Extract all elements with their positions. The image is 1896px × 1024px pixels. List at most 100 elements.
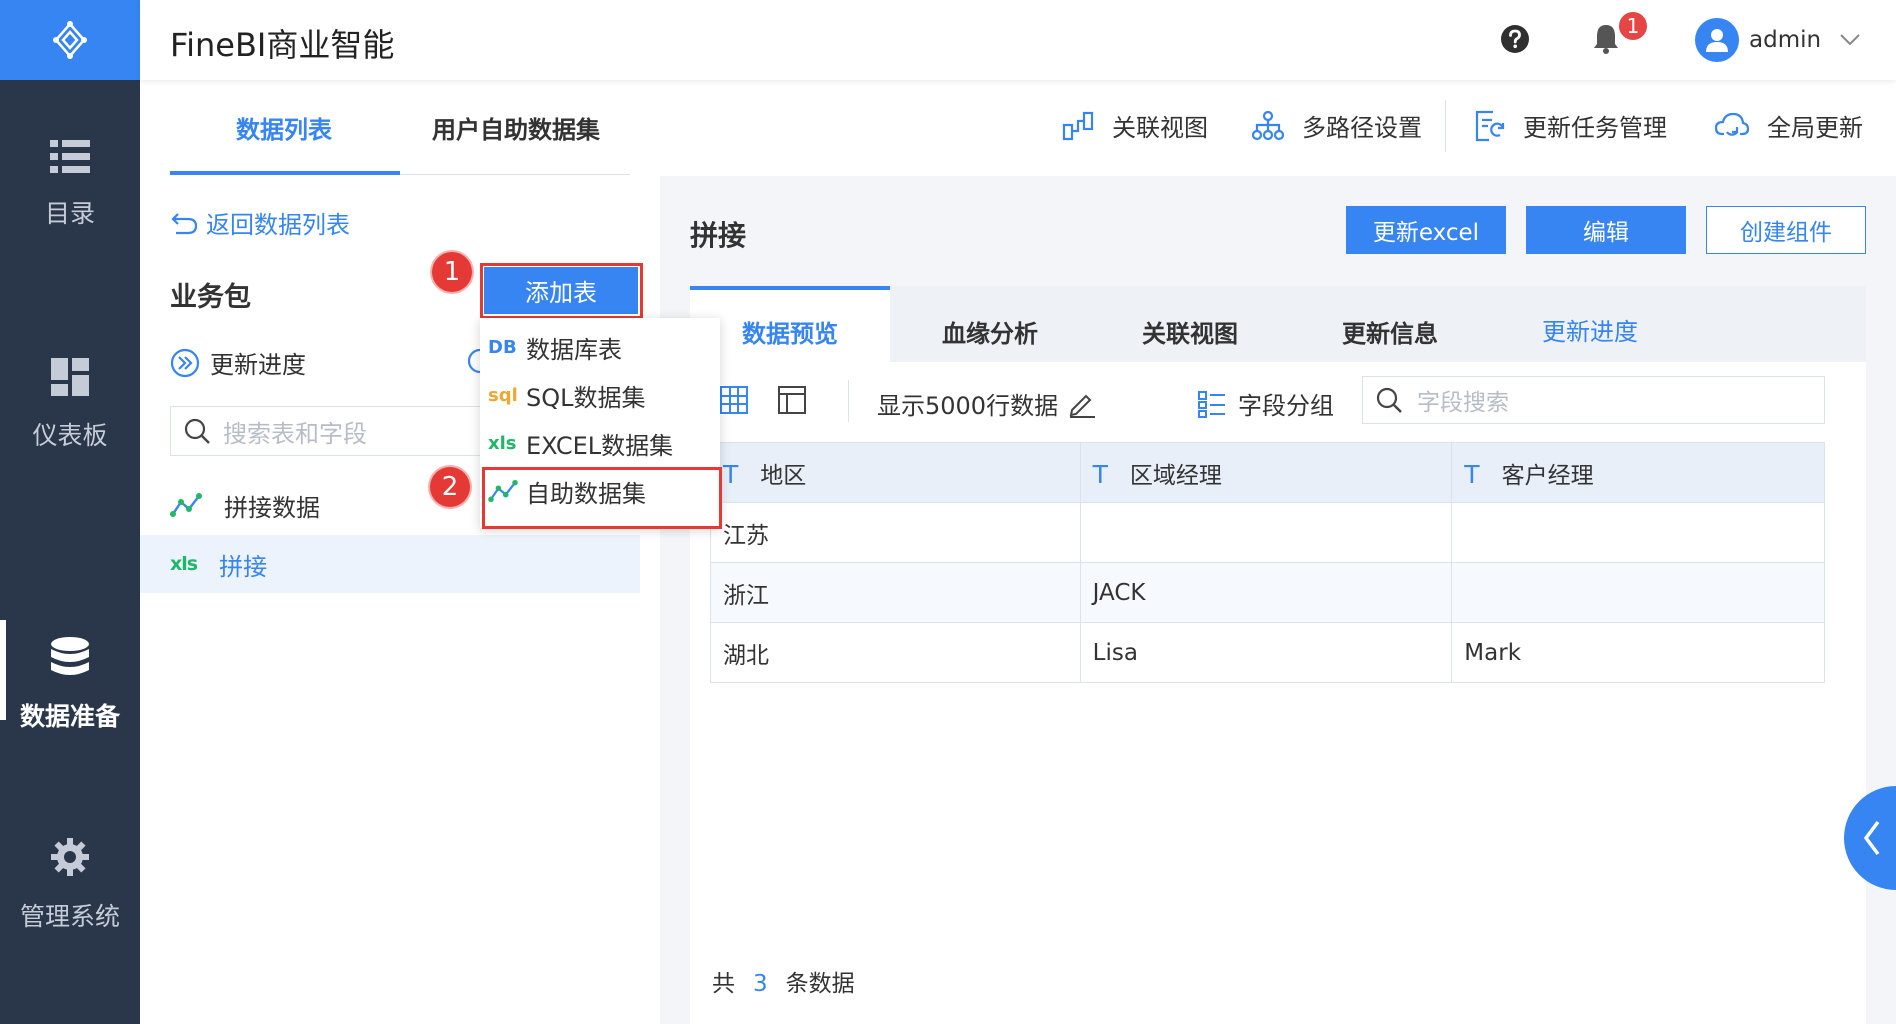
tab-lineage-analysis[interactable]: 血缘分析 bbox=[942, 314, 1038, 349]
column-header-label: 客户经理 bbox=[1501, 462, 1594, 489]
table-cell: Lisa bbox=[1079, 622, 1453, 683]
tab-self-service-datasets[interactable]: 用户自助数据集 bbox=[432, 110, 600, 145]
tab-update-progress[interactable]: 更新进度 bbox=[1542, 312, 1638, 347]
table-row: 浙江 JACK bbox=[710, 562, 1825, 623]
table-row: 湖北 Lisa Mark bbox=[710, 622, 1825, 683]
table-header-row: T 地区 T 区域经理 T 客户经理 bbox=[710, 442, 1825, 503]
chevron-left-icon bbox=[1863, 820, 1880, 856]
tab-data-preview[interactable]: 数据预览 bbox=[742, 314, 838, 349]
rail-item-data-prep[interactable]: 数据准备 bbox=[0, 610, 140, 760]
action-label: 关联视图 bbox=[1112, 114, 1208, 142]
back-to-list-link[interactable]: 返回数据列表 bbox=[170, 205, 350, 240]
xls-icon: xls bbox=[170, 553, 198, 575]
table-cell bbox=[1079, 502, 1453, 563]
app-logo[interactable] bbox=[0, 0, 140, 80]
tab-relation-view[interactable]: 关联视图 bbox=[1142, 314, 1238, 349]
highlight-box-self-service-dataset bbox=[482, 467, 722, 529]
table-cell: 湖北 bbox=[710, 622, 1081, 683]
layout-view-icon[interactable] bbox=[778, 386, 806, 414]
refresh-progress-button[interactable]: 更新进度 bbox=[170, 345, 306, 380]
row-count-prefix: 共 bbox=[712, 971, 735, 997]
top-header: FineBI商业智能 1 admin bbox=[140, 0, 1896, 80]
bell-icon bbox=[1594, 25, 1618, 54]
user-menu[interactable]: admin bbox=[1695, 18, 1861, 62]
app-title: FineBI商业智能 bbox=[170, 26, 395, 64]
grid-view-icon[interactable] bbox=[720, 386, 748, 414]
chevron-down-icon bbox=[1840, 34, 1860, 46]
xls-icon: xls bbox=[488, 432, 517, 454]
db-icon: DB bbox=[488, 336, 517, 358]
table-search-input[interactable]: 搜索表和字段 bbox=[170, 406, 500, 456]
field-group-icon bbox=[1198, 390, 1225, 418]
text-type-icon: T bbox=[723, 459, 739, 489]
tab-update-info[interactable]: 更新信息 bbox=[1342, 314, 1438, 349]
relation-view-icon bbox=[1062, 111, 1094, 140]
multi-path-button[interactable]: 多路径设置 bbox=[1252, 108, 1422, 143]
action-divider bbox=[1445, 100, 1446, 152]
edit-button[interactable]: 编辑 bbox=[1526, 206, 1686, 254]
create-component-button[interactable]: 创建组件 bbox=[1706, 206, 1866, 254]
rail-item-label: 数据准备 bbox=[19, 702, 120, 731]
table-cell bbox=[1451, 502, 1825, 563]
double-chevron-circle-icon bbox=[170, 348, 200, 377]
rail-item-admin[interactable]: 管理系统 bbox=[0, 810, 140, 960]
menu-item-label: EXCEL数据集 bbox=[526, 431, 674, 460]
tree-item-join[interactable]: xls 拼接 bbox=[140, 535, 640, 593]
action-label: 更新任务管理 bbox=[1523, 114, 1667, 142]
menu-item-sql-dataset[interactable]: sql SQL数据集 bbox=[488, 375, 646, 415]
menu-item-database-table[interactable]: DB 数据库表 bbox=[488, 327, 622, 367]
pencil-icon bbox=[1069, 394, 1096, 418]
rail-item-label: 目录 bbox=[44, 199, 95, 228]
column-header-account-manager[interactable]: T 客户经理 bbox=[1451, 442, 1825, 503]
database-icon bbox=[51, 637, 89, 675]
search-icon bbox=[1376, 387, 1402, 413]
relation-view-button[interactable]: 关联视图 bbox=[1062, 108, 1208, 143]
update-task-button[interactable]: 更新任务管理 bbox=[1473, 108, 1667, 143]
global-update-button[interactable]: 全局更新 bbox=[1715, 108, 1863, 143]
row-count-suffix: 条数据 bbox=[785, 971, 855, 997]
sql-icon: sql bbox=[488, 384, 518, 406]
package-title: 业务包 bbox=[170, 282, 251, 313]
text-type-icon: T bbox=[1092, 459, 1108, 489]
rail-item-catalog[interactable]: 目录 bbox=[0, 110, 140, 260]
dashboard-icon bbox=[51, 358, 89, 396]
gear-icon bbox=[51, 838, 89, 876]
field-group-button[interactable]: 字段分组 bbox=[1198, 386, 1334, 421]
back-link-label: 返回数据列表 bbox=[206, 211, 350, 239]
rail-item-dashboard[interactable]: 仪表板 bbox=[0, 330, 140, 480]
data-preview-table: T 地区 T 区域经理 T 客户经理 江苏 浙江 JACK 湖北 Lisa Mark bbox=[710, 442, 1825, 683]
logo-icon bbox=[53, 21, 87, 59]
highlight-box-add-table bbox=[480, 263, 643, 319]
multi-path-icon bbox=[1252, 110, 1284, 140]
column-header-area-manager[interactable]: T 区域经理 bbox=[1079, 442, 1453, 503]
cloud-refresh-icon bbox=[1715, 112, 1749, 136]
text-type-icon: T bbox=[1464, 459, 1480, 489]
menu-item-label: 数据库表 bbox=[526, 335, 622, 364]
row-limit-button[interactable]: 显示5000行数据 bbox=[877, 386, 1096, 421]
table-cell: JACK bbox=[1079, 562, 1453, 623]
field-group-label: 字段分组 bbox=[1238, 392, 1334, 420]
search-placeholder: 搜索表和字段 bbox=[223, 419, 367, 448]
update-excel-button[interactable]: 更新excel bbox=[1346, 206, 1506, 254]
field-search-input[interactable]: 字段搜索 bbox=[1362, 376, 1825, 424]
table-cell: 江苏 bbox=[710, 502, 1081, 563]
step-badge-1: 1 bbox=[432, 252, 472, 292]
tab-data-list[interactable]: 数据列表 bbox=[236, 110, 332, 145]
menu-item-excel-dataset[interactable]: xls EXCEL数据集 bbox=[488, 423, 673, 463]
rail-item-label: 仪表板 bbox=[32, 421, 108, 450]
question-circle-icon[interactable] bbox=[1500, 24, 1530, 54]
table-cell: 浙江 bbox=[710, 562, 1081, 623]
active-tab-indicator bbox=[170, 171, 400, 175]
list-icon bbox=[50, 140, 90, 173]
dataset-title: 拼接 bbox=[690, 219, 747, 252]
tree-item-label: 拼接 bbox=[219, 552, 268, 581]
notification-button[interactable] bbox=[1592, 22, 1620, 54]
self-service-dataset-icon bbox=[170, 493, 202, 517]
field-search-placeholder: 字段搜索 bbox=[1417, 390, 1509, 416]
menu-item-label: SQL数据集 bbox=[526, 383, 646, 412]
action-label: 全局更新 bbox=[1767, 114, 1863, 142]
user-name: admin bbox=[1749, 27, 1822, 53]
refresh-progress-label: 更新进度 bbox=[210, 351, 306, 379]
nav-rail: 目录 仪表板 数据准备 管理系统 bbox=[0, 0, 140, 1024]
column-header-region[interactable]: T 地区 bbox=[710, 442, 1081, 503]
